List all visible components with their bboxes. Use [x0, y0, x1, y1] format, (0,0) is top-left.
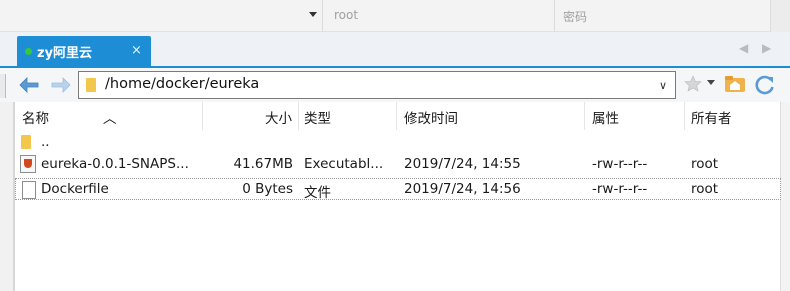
- forward-arrow-icon[interactable]: [48, 73, 72, 97]
- refresh-icon[interactable]: [754, 74, 776, 96]
- file-owner: root: [691, 156, 719, 172]
- file-modified: 2019/7/24, 14:55: [404, 156, 521, 172]
- file-name: Dockerfile: [41, 181, 109, 197]
- password-placeholder: 密码: [563, 10, 588, 24]
- password-field[interactable]: 密码: [554, 0, 770, 32]
- column-header-modified-label: 修改时间: [404, 111, 458, 127]
- chevron-down-icon[interactable]: [706, 79, 716, 87]
- left-pane-edge: [0, 102, 14, 291]
- file-modified: 2019/7/24, 14:56: [404, 181, 521, 197]
- table-row[interactable]: ..: [15, 131, 781, 153]
- chevron-down-icon[interactable]: [309, 12, 317, 17]
- tab-strip: zy阿里云 × ◀ ▶: [0, 32, 790, 66]
- file-attributes: -rw-r--r--: [592, 156, 648, 172]
- tab-session[interactable]: zy阿里云 ×: [17, 36, 151, 66]
- chevron-down-icon[interactable]: ∨: [659, 79, 667, 92]
- bookmark-star-icon[interactable]: [683, 74, 703, 94]
- file-name: ..: [41, 134, 50, 150]
- file-size: 0 Bytes: [242, 181, 293, 197]
- folder-icon: [86, 78, 96, 92]
- table-row[interactable]: Dockerfile 0 Bytes 文件 2019/7/24, 14:56 -…: [15, 178, 781, 201]
- folder-icon: [21, 135, 31, 149]
- username-field[interactable]: root: [322, 0, 554, 32]
- file-type: 文件: [304, 185, 331, 201]
- file-owner: root: [691, 181, 719, 197]
- column-header-owner-label: 所有者: [691, 111, 732, 127]
- file-list: ︿ 名称 大小 类型 修改时间 属性 所有者 .. eureka-0.0.1-S…: [14, 102, 781, 291]
- file-type: Executabl...: [304, 156, 384, 172]
- path-toolbar: /home/docker/eureka ∨: [0, 66, 790, 102]
- toolbar-edge: [0, 74, 6, 98]
- login-bar: root 密码: [0, 0, 790, 32]
- file-name: eureka-0.0.1-SNAPS...: [41, 156, 189, 172]
- table-row[interactable]: eureka-0.0.1-SNAPS... 41.67MB Executabl.…: [15, 153, 781, 175]
- tab-prev-icon[interactable]: ◀: [739, 41, 748, 55]
- column-header-attributes-label: 属性: [592, 111, 619, 127]
- column-header-size[interactable]: 大小: [203, 102, 299, 130]
- close-icon[interactable]: ×: [131, 43, 142, 58]
- column-header-owner[interactable]: 所有者: [685, 102, 781, 130]
- tab-session-label: zy阿里云: [37, 46, 93, 61]
- java-jar-icon: [20, 155, 36, 173]
- vertical-scrollbar[interactable]: [780, 102, 790, 291]
- home-folder-icon[interactable]: [724, 74, 746, 94]
- file-size: 41.67MB: [233, 156, 293, 172]
- path-input[interactable]: /home/docker/eureka ∨: [78, 71, 676, 99]
- back-arrow-icon[interactable]: [18, 73, 42, 97]
- column-header-attributes[interactable]: 属性: [585, 102, 685, 130]
- path-text: /home/docker/eureka: [105, 76, 260, 92]
- column-header-modified[interactable]: 修改时间: [397, 102, 585, 130]
- connected-status-icon: [25, 48, 32, 55]
- tab-next-icon[interactable]: ▶: [762, 41, 771, 55]
- column-header-name-label: 名称: [22, 111, 49, 127]
- column-header-type-label: 类型: [304, 111, 331, 127]
- column-header-name[interactable]: ︿ 名称: [15, 102, 203, 130]
- file-icon: [22, 181, 36, 199]
- column-header-size-label: 大小: [265, 111, 292, 127]
- file-attributes: -rw-r--r--: [592, 181, 648, 197]
- login-bar-end: [770, 0, 790, 32]
- sort-ascending-icon: ︿: [103, 111, 117, 127]
- host-combo[interactable]: [0, 0, 322, 32]
- column-header-type[interactable]: 类型: [299, 102, 397, 130]
- username-placeholder: root: [334, 8, 359, 22]
